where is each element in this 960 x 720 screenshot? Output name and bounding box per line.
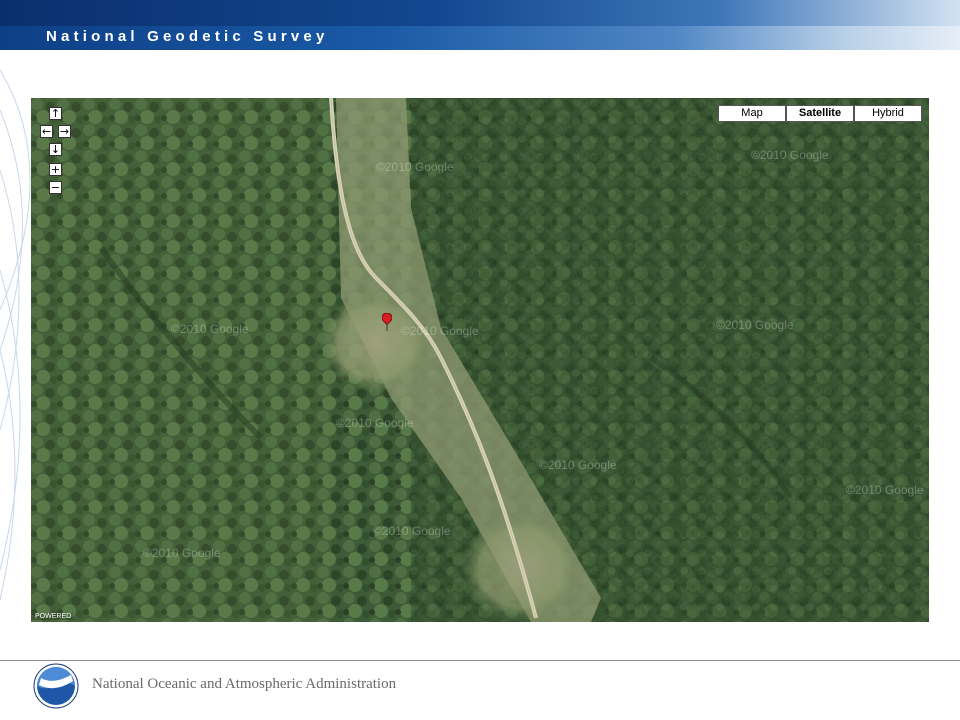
footer-divider bbox=[0, 660, 960, 661]
map-watermark: ©2010 Google bbox=[716, 318, 794, 332]
footer-agency-name: National Oceanic and Atmospheric Adminis… bbox=[92, 676, 397, 692]
map-watermark: ©2010 Google bbox=[539, 458, 617, 472]
zoom-in-icon[interactable]: + bbox=[49, 163, 62, 176]
map-watermark: ©2010 Google bbox=[171, 322, 249, 336]
powered-by-label[interactable]: POWERED bbox=[33, 613, 74, 620]
map-type-hybrid-button[interactable]: Hybrid bbox=[854, 105, 922, 122]
map-watermark: ©2010 Google bbox=[143, 546, 221, 560]
header-top-stripe bbox=[0, 0, 960, 26]
map-watermark: ©2010 Google bbox=[336, 416, 414, 430]
map-watermark: ©2010 Google bbox=[751, 148, 829, 162]
pan-left-icon[interactable]: ← bbox=[40, 125, 53, 138]
map-type-map-button[interactable]: Map bbox=[718, 105, 786, 122]
page-title: National Geodetic Survey bbox=[46, 28, 329, 45]
pan-up-icon[interactable]: ↑ bbox=[49, 107, 62, 120]
map-watermark: ©2010 Google bbox=[376, 160, 454, 174]
map-watermark: ©2010 Google bbox=[373, 524, 451, 538]
satellite-imagery bbox=[31, 98, 929, 622]
zoom-out-icon[interactable]: − bbox=[49, 181, 62, 194]
satellite-map[interactable]: ©2010 Google ©2010 Google ©2010 Google ©… bbox=[31, 98, 929, 622]
map-type-satellite-button[interactable]: Satellite bbox=[786, 105, 854, 122]
noaa-logo bbox=[33, 663, 79, 709]
map-watermark: ©2010 Google bbox=[846, 483, 924, 497]
header-band: National Geodetic Survey bbox=[0, 0, 960, 50]
map-watermark: ©2010 Google bbox=[401, 324, 479, 338]
pan-down-icon[interactable]: ↓ bbox=[49, 143, 62, 156]
pan-right-icon[interactable]: → bbox=[58, 125, 71, 138]
location-marker-icon[interactable] bbox=[382, 313, 392, 331]
